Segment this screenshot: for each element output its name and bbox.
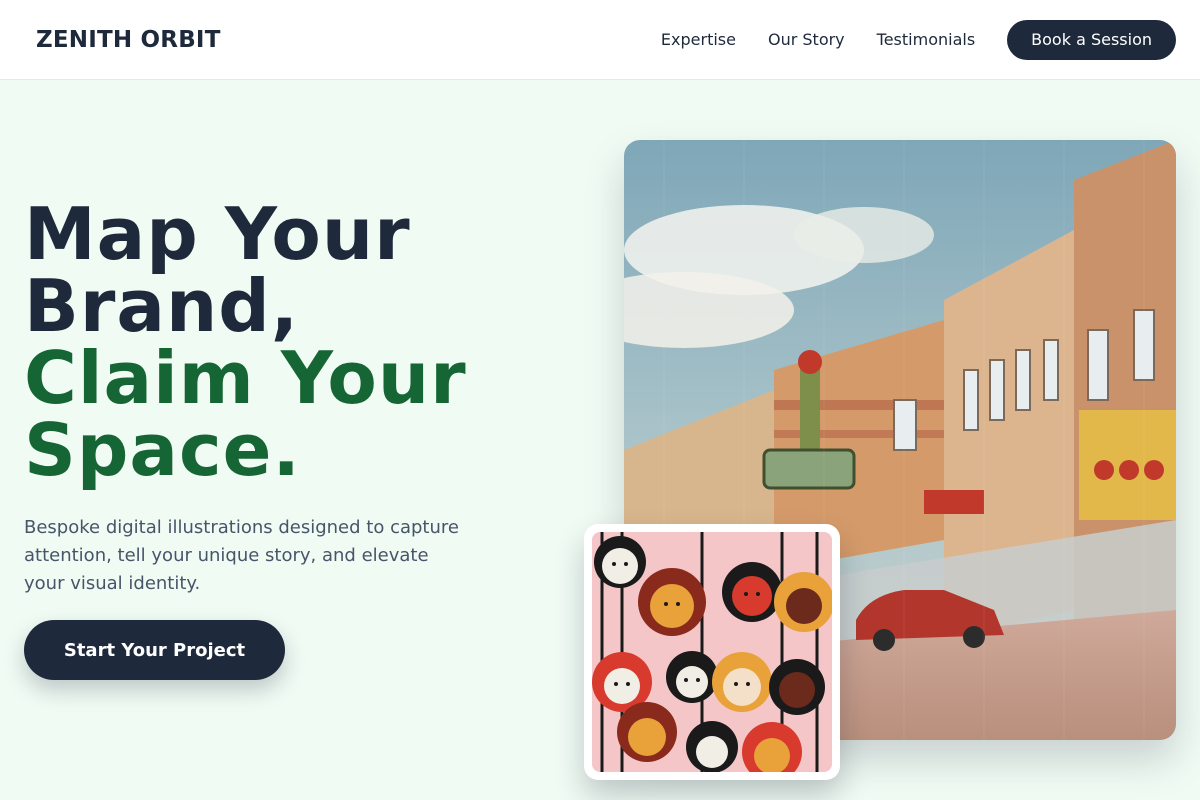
start-project-button[interactable]: Start Your Project: [24, 620, 285, 680]
headline-accent-line-2: Space.: [24, 408, 301, 492]
brand-logo[interactable]: ZENITH ORBIT: [36, 27, 221, 53]
top-navbar: ZENITH ORBIT Expertise Our Story Testimo…: [0, 0, 1200, 80]
headline-line-2: Brand,: [24, 264, 300, 348]
nav-link-testimonials[interactable]: Testimonials: [877, 30, 976, 49]
nav-links: Expertise Our Story Testimonials Book a …: [661, 19, 1176, 60]
book-session-button[interactable]: Book a Session: [1007, 19, 1176, 60]
hero-subtext: Bespoke digital illustrations designed t…: [24, 517, 459, 594]
headline-accent-line-1: Claim Your: [24, 336, 467, 420]
nav-link-our-story[interactable]: Our Story: [768, 30, 845, 49]
headline-line-1: Map Your: [24, 192, 411, 276]
hero-headline: Map Your Brand, Claim Your Space.: [24, 198, 584, 486]
nav-link-expertise[interactable]: Expertise: [661, 30, 736, 49]
hero-section: Map Your Brand, Claim Your Space. Bespok…: [24, 198, 584, 598]
crowd-faces-illustration-image: [592, 532, 832, 772]
inset-image-frame: [584, 524, 840, 780]
